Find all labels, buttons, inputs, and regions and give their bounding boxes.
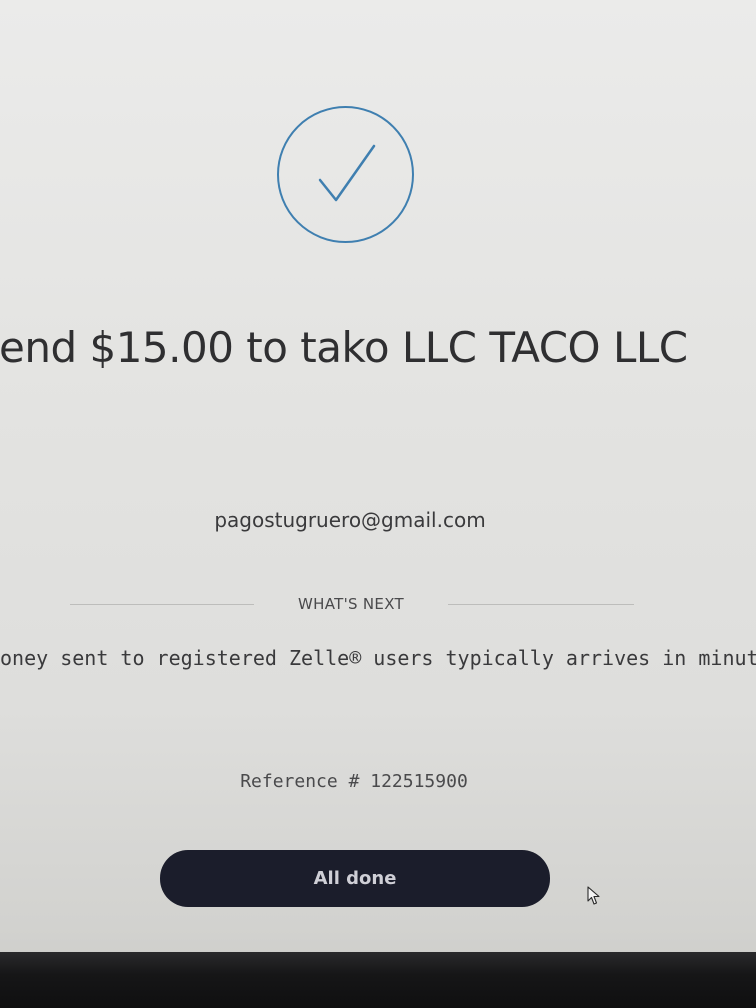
mouse-pointer-icon [587, 886, 600, 905]
delivery-info-text: oney sent to registered Zelle® users typ… [0, 646, 756, 670]
reference-number: Reference # 122515900 [240, 771, 468, 792]
success-checkmark-icon [277, 106, 414, 243]
all-done-button[interactable]: All done [160, 850, 550, 907]
whats-next-heading: WHAT'S NEXT [298, 595, 404, 613]
monitor-bezel [0, 952, 756, 1008]
divider-right [448, 604, 634, 605]
divider-left [70, 604, 254, 605]
recipient-email: pagostugruero@gmail.com [214, 508, 486, 532]
payment-headline: end $15.00 to tako LLC TACO LLC [0, 323, 688, 372]
checkmark-icon [318, 144, 376, 202]
